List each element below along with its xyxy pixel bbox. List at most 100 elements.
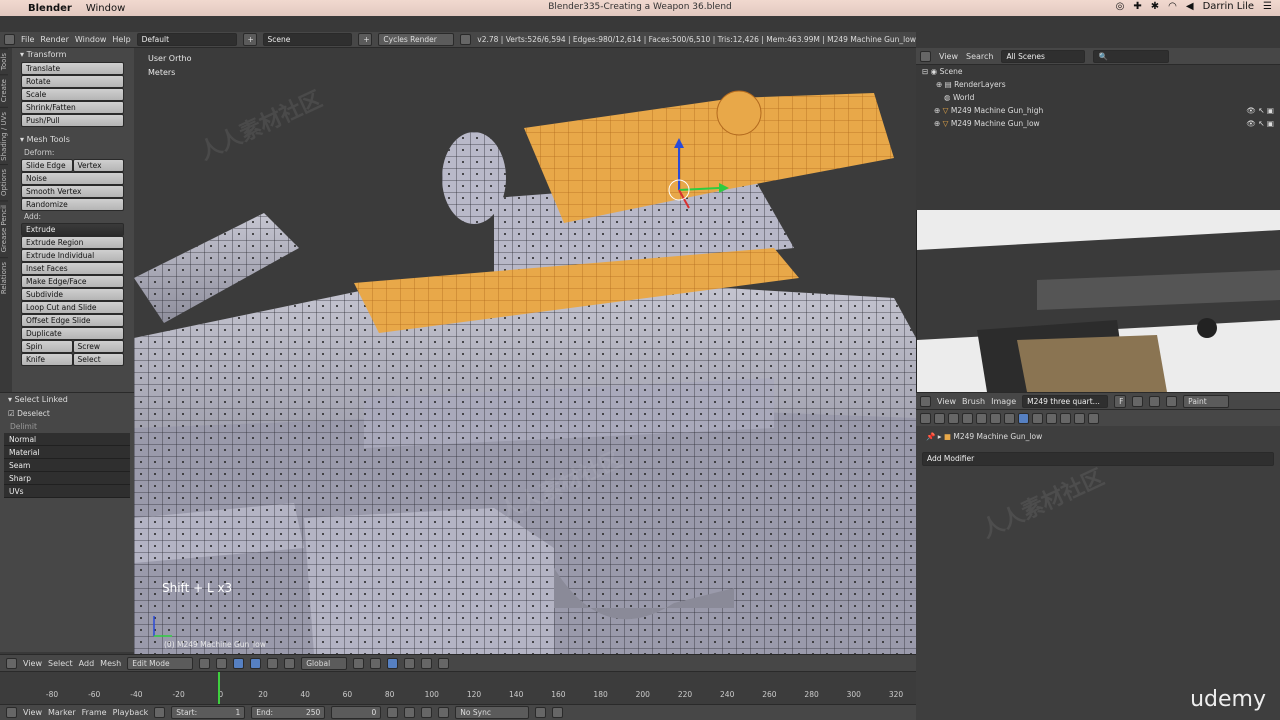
delimit-uvs[interactable]: UVs: [4, 485, 130, 498]
redo-panel-title[interactable]: ▾ Select Linked: [0, 393, 134, 407]
particles-tab-icon[interactable]: [1074, 412, 1085, 424]
pin-image-icon[interactable]: [1166, 395, 1178, 407]
extrude-dropdown[interactable]: Extrude: [21, 223, 124, 236]
outliner-item-renderlayers[interactable]: ⊕ ▤ RenderLayers: [916, 78, 1280, 91]
menu-add[interactable]: Add: [79, 659, 95, 668]
render-tab-icon[interactable]: [934, 412, 945, 424]
menu-file[interactable]: File: [21, 35, 34, 44]
paint-mode-selector[interactable]: Paint: [1183, 394, 1230, 408]
constraints-tab-icon[interactable]: [1004, 412, 1015, 424]
menu-view[interactable]: View: [23, 659, 42, 668]
edge-select-icon[interactable]: [387, 657, 399, 669]
jump-end-icon[interactable]: [438, 707, 450, 718]
outliner-item-gun-high[interactable]: ⊕ ▽ M249 Machine Gun_high 👁 ↖ ▣: [916, 104, 1280, 117]
physics-tab-icon[interactable]: [1088, 412, 1099, 424]
editor-type-icon-image[interactable]: [920, 395, 931, 407]
editor-type-icon-timeline[interactable]: [6, 707, 17, 718]
world-tab-icon[interactable]: [976, 412, 987, 424]
push-pull-button[interactable]: Push/Pull: [21, 114, 124, 127]
outliner[interactable]: ⊟ ◉ Scene ⊕ ▤ RenderLayers ◍ World ⊕ ▽ M…: [916, 65, 1280, 210]
plus-icon[interactable]: ✚: [1133, 1, 1141, 12]
modifiers-tab-icon[interactable]: [1018, 412, 1029, 424]
extrude-individual-button[interactable]: Extrude Individual: [21, 249, 124, 262]
face-select-icon[interactable]: [404, 657, 416, 669]
smooth-vertex-button[interactable]: Smooth Vertex: [21, 185, 124, 198]
menu-help[interactable]: Help: [112, 35, 130, 44]
end-frame-field[interactable]: End: 250: [251, 706, 326, 719]
volume-icon[interactable]: ◀: [1186, 1, 1194, 12]
translate-manip-icon[interactable]: [250, 657, 262, 669]
editor-type-icon-props[interactable]: [920, 412, 931, 424]
delimit-normal[interactable]: Normal: [4, 433, 130, 446]
object-tab-icon[interactable]: [990, 412, 1001, 424]
render-engine-selector[interactable]: Cycles Render: [378, 33, 455, 46]
editor-type-icon-outliner[interactable]: [920, 50, 931, 62]
sync-selector[interactable]: No Sync: [455, 706, 530, 719]
delimit-seam[interactable]: Seam: [4, 459, 130, 472]
image-selector[interactable]: M249 three quart...: [1022, 394, 1109, 408]
manipulator-icon[interactable]: [233, 657, 245, 669]
wifi-icon[interactable]: ◠: [1168, 1, 1177, 12]
shading-icon[interactable]: [199, 657, 211, 669]
proportional-icon[interactable]: [421, 657, 433, 669]
tab-grease-pencil[interactable]: Grease Pencil: [0, 200, 8, 257]
outliner-item-scene[interactable]: ⊟ ◉ Scene: [916, 65, 1280, 78]
creative-cloud-icon[interactable]: ◎: [1116, 1, 1125, 12]
offset-edge-slide-button[interactable]: Offset Edge Slide: [21, 314, 124, 327]
menu-window[interactable]: Window: [75, 35, 107, 44]
image-menu-brush[interactable]: Brush: [962, 397, 985, 406]
tab-tools[interactable]: Tools: [0, 48, 8, 75]
scene-tab-icon[interactable]: [962, 412, 973, 424]
data-tab-icon[interactable]: [1032, 412, 1043, 424]
outliner-menu-search[interactable]: Search: [966, 52, 993, 61]
scale-manip-icon[interactable]: [284, 657, 296, 669]
menu-view-tl[interactable]: View: [23, 708, 42, 717]
fake-user-button[interactable]: F: [1114, 394, 1127, 408]
pivot-icon[interactable]: [216, 657, 228, 669]
image-menu-image[interactable]: Image: [991, 397, 1016, 406]
editor-type-icon[interactable]: [4, 34, 15, 45]
unlink-image-icon[interactable]: [1149, 395, 1161, 407]
mode-selector[interactable]: Edit Mode: [127, 656, 194, 670]
layout-selector[interactable]: Default: [136, 33, 237, 46]
inset-faces-button[interactable]: Inset Faces: [21, 262, 124, 275]
tab-shading-uvs[interactable]: Shading / UVs: [0, 106, 8, 165]
vertex-slide-button[interactable]: Vertex: [72, 159, 124, 172]
delimit-sharp[interactable]: Sharp: [4, 472, 130, 485]
menu-playback[interactable]: Playback: [113, 708, 149, 717]
knife-button[interactable]: Knife: [21, 353, 73, 366]
tab-relations[interactable]: Relations: [0, 256, 8, 298]
randomize-button[interactable]: Randomize: [21, 198, 124, 211]
tab-create[interactable]: Create: [0, 74, 8, 107]
add-modifier-dropdown[interactable]: Add Modifier: [922, 452, 1274, 466]
menu-marker[interactable]: Marker: [48, 708, 76, 717]
deselect-checkbox[interactable]: ☑ Deselect: [0, 407, 134, 421]
pin-icon[interactable]: 📌: [926, 432, 935, 441]
outliner-menu-view[interactable]: View: [939, 52, 958, 61]
rotate-manip-icon[interactable]: [267, 657, 279, 669]
delimit-material[interactable]: Material: [4, 446, 130, 459]
make-edge-face-button[interactable]: Make Edge/Face: [21, 275, 124, 288]
orientation-selector[interactable]: Global: [301, 656, 348, 670]
extrude-region-button[interactable]: Extrude Region: [21, 236, 124, 249]
record-icon[interactable]: [154, 707, 166, 718]
snap-icon[interactable]: [438, 657, 450, 669]
screw-button[interactable]: Screw: [72, 340, 124, 353]
menu-list-icon[interactable]: ☰: [1263, 1, 1272, 12]
outliner-filter-selector[interactable]: All Scenes: [1001, 49, 1086, 63]
auto-key-icon[interactable]: [535, 707, 547, 718]
material-tab-icon[interactable]: [1046, 412, 1057, 424]
rotate-button[interactable]: Rotate: [21, 75, 124, 88]
shrink-fatten-button[interactable]: Shrink/Fatten: [21, 101, 124, 114]
play-icon[interactable]: [421, 707, 433, 718]
texture-tab-icon[interactable]: [1060, 412, 1071, 424]
current-frame-line[interactable]: [218, 672, 220, 705]
translate-button[interactable]: Translate: [21, 62, 124, 75]
outliner-item-gun-low[interactable]: ⊕ ▽ M249 Machine Gun_low 👁 ↖ ▣: [916, 117, 1280, 130]
layers-icon[interactable]: [353, 657, 365, 669]
current-frame-field[interactable]: 0: [331, 706, 382, 719]
menu-mesh[interactable]: Mesh: [100, 659, 121, 668]
user-name[interactable]: Darrin Lile: [1203, 1, 1254, 12]
add-layout-button[interactable]: +: [242, 33, 257, 46]
outliner-search-input[interactable]: 🔍: [1093, 49, 1170, 63]
